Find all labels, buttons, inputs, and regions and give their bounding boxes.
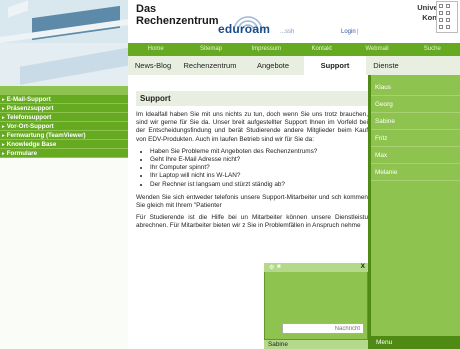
chat-user-klaus[interactable]: Klaus <box>371 79 460 96</box>
main-tabs: News-Blog Rechenzentrum Angebote Support… <box>128 56 460 75</box>
chat-message-input[interactable] <box>282 323 364 334</box>
chat-user-georg[interactable]: Georg <box>371 96 460 113</box>
chat-user-max[interactable]: Max <box>371 147 460 164</box>
site-title-line1: Das <box>136 3 157 15</box>
chat-window: ⚙ ■ X Sabine <box>264 263 368 349</box>
list-item: Haben Sie Probleme mit Angeboten des Rec… <box>150 148 368 156</box>
tab-support[interactable]: Support <box>304 56 366 75</box>
chat-contact-name[interactable]: Sabine <box>264 340 368 349</box>
nav-kontakt[interactable]: Kontakt <box>294 43 349 56</box>
nav-webmail[interactable]: Webmail <box>349 43 404 56</box>
sidebar-item-fernwartung[interactable]: Fernwartung (TeamViewer) <box>0 131 128 140</box>
site-title-line2: Rechenzentrum <box>136 15 219 27</box>
intro-paragraph: Im Idealfall haben Sie mit uns nichts zu… <box>136 111 368 143</box>
sidebar-item-formulare[interactable]: Formulare <box>0 149 128 158</box>
tab-news-blog[interactable]: News-Blog <box>128 56 178 75</box>
nav-home[interactable]: Home <box>128 43 183 56</box>
tab-dienste[interactable]: Dienste <box>366 56 406 75</box>
sidebar-item-praesenzsupport[interactable]: Präsenzsupport <box>0 104 128 113</box>
login-separator: | <box>357 29 359 35</box>
tab-rechenzentrum[interactable]: Rechenzentrum <box>178 56 242 75</box>
chat-user-sabine[interactable]: Sabine <box>371 113 460 130</box>
support-bullet-list: Haben Sie Probleme mit Angeboten des Rec… <box>150 148 368 189</box>
nav-impressum[interactable]: Impressum <box>239 43 294 56</box>
nav-suche[interactable]: Suche <box>405 43 460 56</box>
list-item: Ihr Laptop will nicht ins W-LAN? <box>150 172 368 180</box>
page-title: Support <box>136 91 368 106</box>
header-decoration <box>0 43 128 86</box>
lock-icon[interactable]: ■ <box>277 264 281 270</box>
pricing-paragraph: Für Studierende ist die Hilfe bei un Mit… <box>136 214 368 230</box>
settings-icon[interactable]: ⚙ <box>269 264 274 271</box>
chat-user-fritz[interactable]: Fritz <box>371 130 460 147</box>
eduroam-text: eduroam <box>218 22 271 36</box>
eduroam-subtext: ...ssh <box>280 29 295 35</box>
sidebar-item-email-support[interactable]: E-Mail-Support <box>0 95 128 104</box>
list-item: Ihr Computer spinnt? <box>150 164 368 172</box>
sidebar: E-Mail-Support Präsenzsupport Telefonsup… <box>0 86 128 349</box>
list-item: Geht Ihre E-Mail Adresse nicht? <box>150 156 368 164</box>
chat-user-list: Klaus Georg Sabine Fritz Max Melanie Men… <box>368 75 460 349</box>
nav-sitemap[interactable]: Sitemap <box>183 43 238 56</box>
sidebar-item-vor-ort-support[interactable]: Vor-Ort-Support <box>0 122 128 131</box>
chat-menu-button[interactable]: Menu <box>368 336 460 349</box>
university-crest-icon <box>436 1 458 33</box>
login-link[interactable]: Login <box>341 29 356 35</box>
tab-angebote[interactable]: Angebote <box>242 56 304 75</box>
chat-user-melanie[interactable]: Melanie <box>371 164 460 181</box>
site-title[interactable]: Das Rechenzentrum <box>136 3 219 27</box>
sidebar-item-knowledge-base[interactable]: Knowledge Base <box>0 140 128 149</box>
university-logo-banner <box>0 0 128 43</box>
close-button[interactable]: X <box>361 263 365 270</box>
contact-paragraph: Wenden Sie sich entweder telefonis unser… <box>136 193 368 210</box>
sidebar-item-telefonsupport[interactable]: Telefonsupport <box>0 113 128 122</box>
top-navigation: Home Sitemap Impressum Kontakt Webmail S… <box>128 43 460 56</box>
list-item: Der Rechner ist langsam und stürzt ständ… <box>150 181 368 189</box>
